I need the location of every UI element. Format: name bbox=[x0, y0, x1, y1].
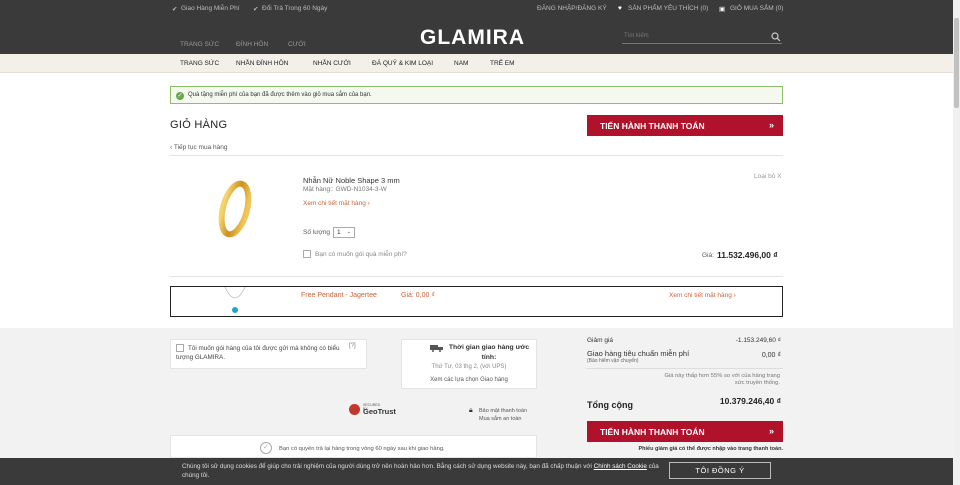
divider bbox=[587, 368, 783, 369]
double-chevron-icon: » bbox=[768, 120, 774, 130]
free-item-name[interactable]: Free Pendant - Jagertee bbox=[301, 292, 377, 299]
product-name[interactable]: Nhẫn Nữ Noble Shape 3 mm bbox=[303, 176, 400, 185]
cookie-banner: Chúng tôi sử dụng cookies để giúp cho tr… bbox=[0, 458, 960, 485]
logo[interactable]: GLAMIRA bbox=[420, 26, 525, 50]
bag-icon: ▣ bbox=[719, 6, 726, 13]
quantity-value: 1 bbox=[337, 229, 341, 236]
total-value: 10.379.246,40 ₫ bbox=[719, 396, 781, 406]
payment-note: Phiếu giảm giá có thể được nhập vào tran… bbox=[638, 446, 784, 452]
subnav-engagement[interactable]: ĐÍNH HÔN bbox=[236, 41, 268, 48]
divider bbox=[170, 155, 783, 156]
checkout-label: TIẾN HÀNH THANH TOÁN bbox=[600, 121, 705, 131]
discount-value: -1.153.249,60 ₫ bbox=[735, 337, 781, 344]
product-sku: Mặt hàng:: GWD-N1034-3-W bbox=[303, 186, 387, 193]
checkout-label: TIẾN HÀNH THANH TOÁN bbox=[600, 427, 705, 437]
search-input[interactable]: Tìm kiếm bbox=[622, 30, 782, 44]
ring-image[interactable] bbox=[212, 178, 258, 240]
delivery-options-link[interactable]: Xem các lựa chọn Giao hàng bbox=[401, 377, 537, 383]
geotrust-logo-icon bbox=[349, 404, 360, 415]
shipping-value: 0,00 ₫ bbox=[761, 352, 781, 359]
nav-gems-metals[interactable]: ĐÁ QUÝ & KIM LOẠI bbox=[372, 60, 433, 67]
search-icon[interactable] bbox=[771, 32, 781, 42]
shipping-sub: (Bảo hiểm vận chuyển) bbox=[587, 358, 639, 364]
top-bar: ✔ Giao Hàng Miễn Phí ✔ Đổi Trả Trong 60 … bbox=[0, 0, 960, 18]
item-price: 11.532.496,00 ₫ bbox=[717, 250, 778, 260]
lock-icon: 🔒︎ bbox=[469, 407, 473, 414]
delivery-title: Thời gian giao hàng ước tính: bbox=[448, 344, 530, 361]
wishlist-link[interactable]: SẢN PHẨM YÊU THÍCH (0) bbox=[628, 5, 708, 12]
returns-text: Đổi Trả Trong 60 Ngày bbox=[262, 5, 328, 12]
check-icon: ✔ bbox=[172, 6, 178, 13]
delivery-date: Thứ Tư, 03 thg 2, (với UPS) bbox=[431, 364, 507, 370]
gift-wrap-label: Bạn có muốn gói quà miễn phí? bbox=[315, 251, 407, 258]
chevron-down-icon: ⌄ bbox=[346, 229, 351, 235]
gift-wrap-checkbox[interactable] bbox=[303, 250, 311, 258]
heart-icon: ♥ bbox=[618, 5, 622, 12]
nav-jewelry[interactable]: TRANG SỨC bbox=[180, 60, 219, 67]
divider bbox=[170, 276, 783, 277]
no-branding-label: Tôi muốn gói hàng của tôi được gửi mà kh… bbox=[176, 345, 340, 361]
login-link[interactable]: ĐĂNG NHẬP/ĐĂNG KÝ bbox=[537, 5, 607, 12]
nav-kids[interactable]: TRẺ EM bbox=[490, 60, 515, 67]
success-alert: ✓ Quà tặng miễn phí của bạn đã được thêm… bbox=[170, 86, 783, 104]
free-item-detail-link[interactable]: Xem chi tiết mặt hàng › bbox=[669, 292, 736, 299]
page-title: GIỎ HÀNG bbox=[170, 119, 228, 131]
subnav-wedding[interactable]: CƯỚI bbox=[288, 41, 306, 48]
free-shipping-text: Giao Hàng Miễn Phí bbox=[181, 5, 240, 12]
quantity-label: Số lượng bbox=[303, 229, 331, 236]
check-circle-icon: ✓ bbox=[260, 442, 272, 454]
nav-men[interactable]: NAM bbox=[454, 60, 468, 67]
cookie-policy-link[interactable]: Chính sách Cookie bbox=[594, 463, 647, 470]
main-nav: TRANG SỨC NHẪN ĐÍNH HÔN NHẪN CƯỚI ĐÁ QUÝ… bbox=[0, 54, 960, 73]
search-placeholder: Tìm kiếm bbox=[624, 33, 649, 39]
accept-cookies-button[interactable]: TÔI ĐỒNG Ý bbox=[669, 462, 771, 479]
checkout-button[interactable]: TIẾN HÀNH THANH TOÁN » bbox=[587, 115, 783, 136]
geotrust-badge: SECURED BY GeoTrust bbox=[349, 403, 396, 416]
scrollbar-thumb[interactable] bbox=[954, 18, 959, 108]
savings-note: Giá này thấp hơn 55% so với của hàng tra… bbox=[664, 373, 780, 386]
help-icon[interactable]: [?] bbox=[349, 343, 356, 349]
returns-note: Bạn có quyền trả lại hàng trong vòng 60 … bbox=[279, 446, 445, 452]
checkout-button-bottom[interactable]: TIẾN HÀNH THANH TOÁN » bbox=[587, 421, 783, 442]
nav-engagement-rings[interactable]: NHẪN ĐÍNH HÔN bbox=[236, 60, 288, 67]
discount-label: Giảm giá bbox=[587, 337, 614, 344]
nav-wedding-rings[interactable]: NHẪN CƯỚI bbox=[313, 60, 351, 67]
product-detail-link[interactable]: Xem chi tiết mặt hàng › bbox=[303, 200, 370, 207]
shipping-label: Giao hàng tiêu chuẩn miễn phí bbox=[587, 349, 690, 358]
price-label: Giá: bbox=[702, 252, 714, 259]
total-label: Tổng cộng bbox=[587, 400, 633, 410]
check-circle-icon: ✓ bbox=[176, 92, 184, 100]
cookie-text: Chúng tôi sử dụng cookies để giúp cho tr… bbox=[182, 462, 662, 480]
free-item-price: Giá: 0,00 ₫ bbox=[401, 292, 435, 299]
double-chevron-icon: » bbox=[768, 426, 774, 436]
security-note: Bảo mật thanh toán Mua sắm an toàn bbox=[479, 408, 528, 422]
cart-link[interactable]: GIỎ MUA SẮM (0) bbox=[730, 5, 783, 12]
cookie-message: Chúng tôi sử dụng cookies để giúp cho tr… bbox=[182, 463, 592, 470]
remove-item-link[interactable]: Loại bỏ X bbox=[754, 173, 781, 180]
truck-icon bbox=[430, 345, 443, 352]
continue-shopping-link[interactable]: ‹ Tiếp tục mua hàng bbox=[170, 144, 227, 151]
subnav-jewelry[interactable]: TRANG SỨC bbox=[180, 41, 219, 48]
alert-text: Quà tặng miễn phí của bạn đã được thêm v… bbox=[188, 92, 372, 98]
free-gift-row bbox=[170, 286, 783, 317]
pendant-image[interactable] bbox=[222, 287, 248, 317]
geotrust-text: GeoTrust bbox=[363, 407, 396, 416]
quantity-select[interactable]: 1 ⌄ bbox=[333, 227, 355, 238]
scrollbar[interactable] bbox=[953, 0, 960, 485]
check-icon: ✔ bbox=[253, 6, 259, 13]
